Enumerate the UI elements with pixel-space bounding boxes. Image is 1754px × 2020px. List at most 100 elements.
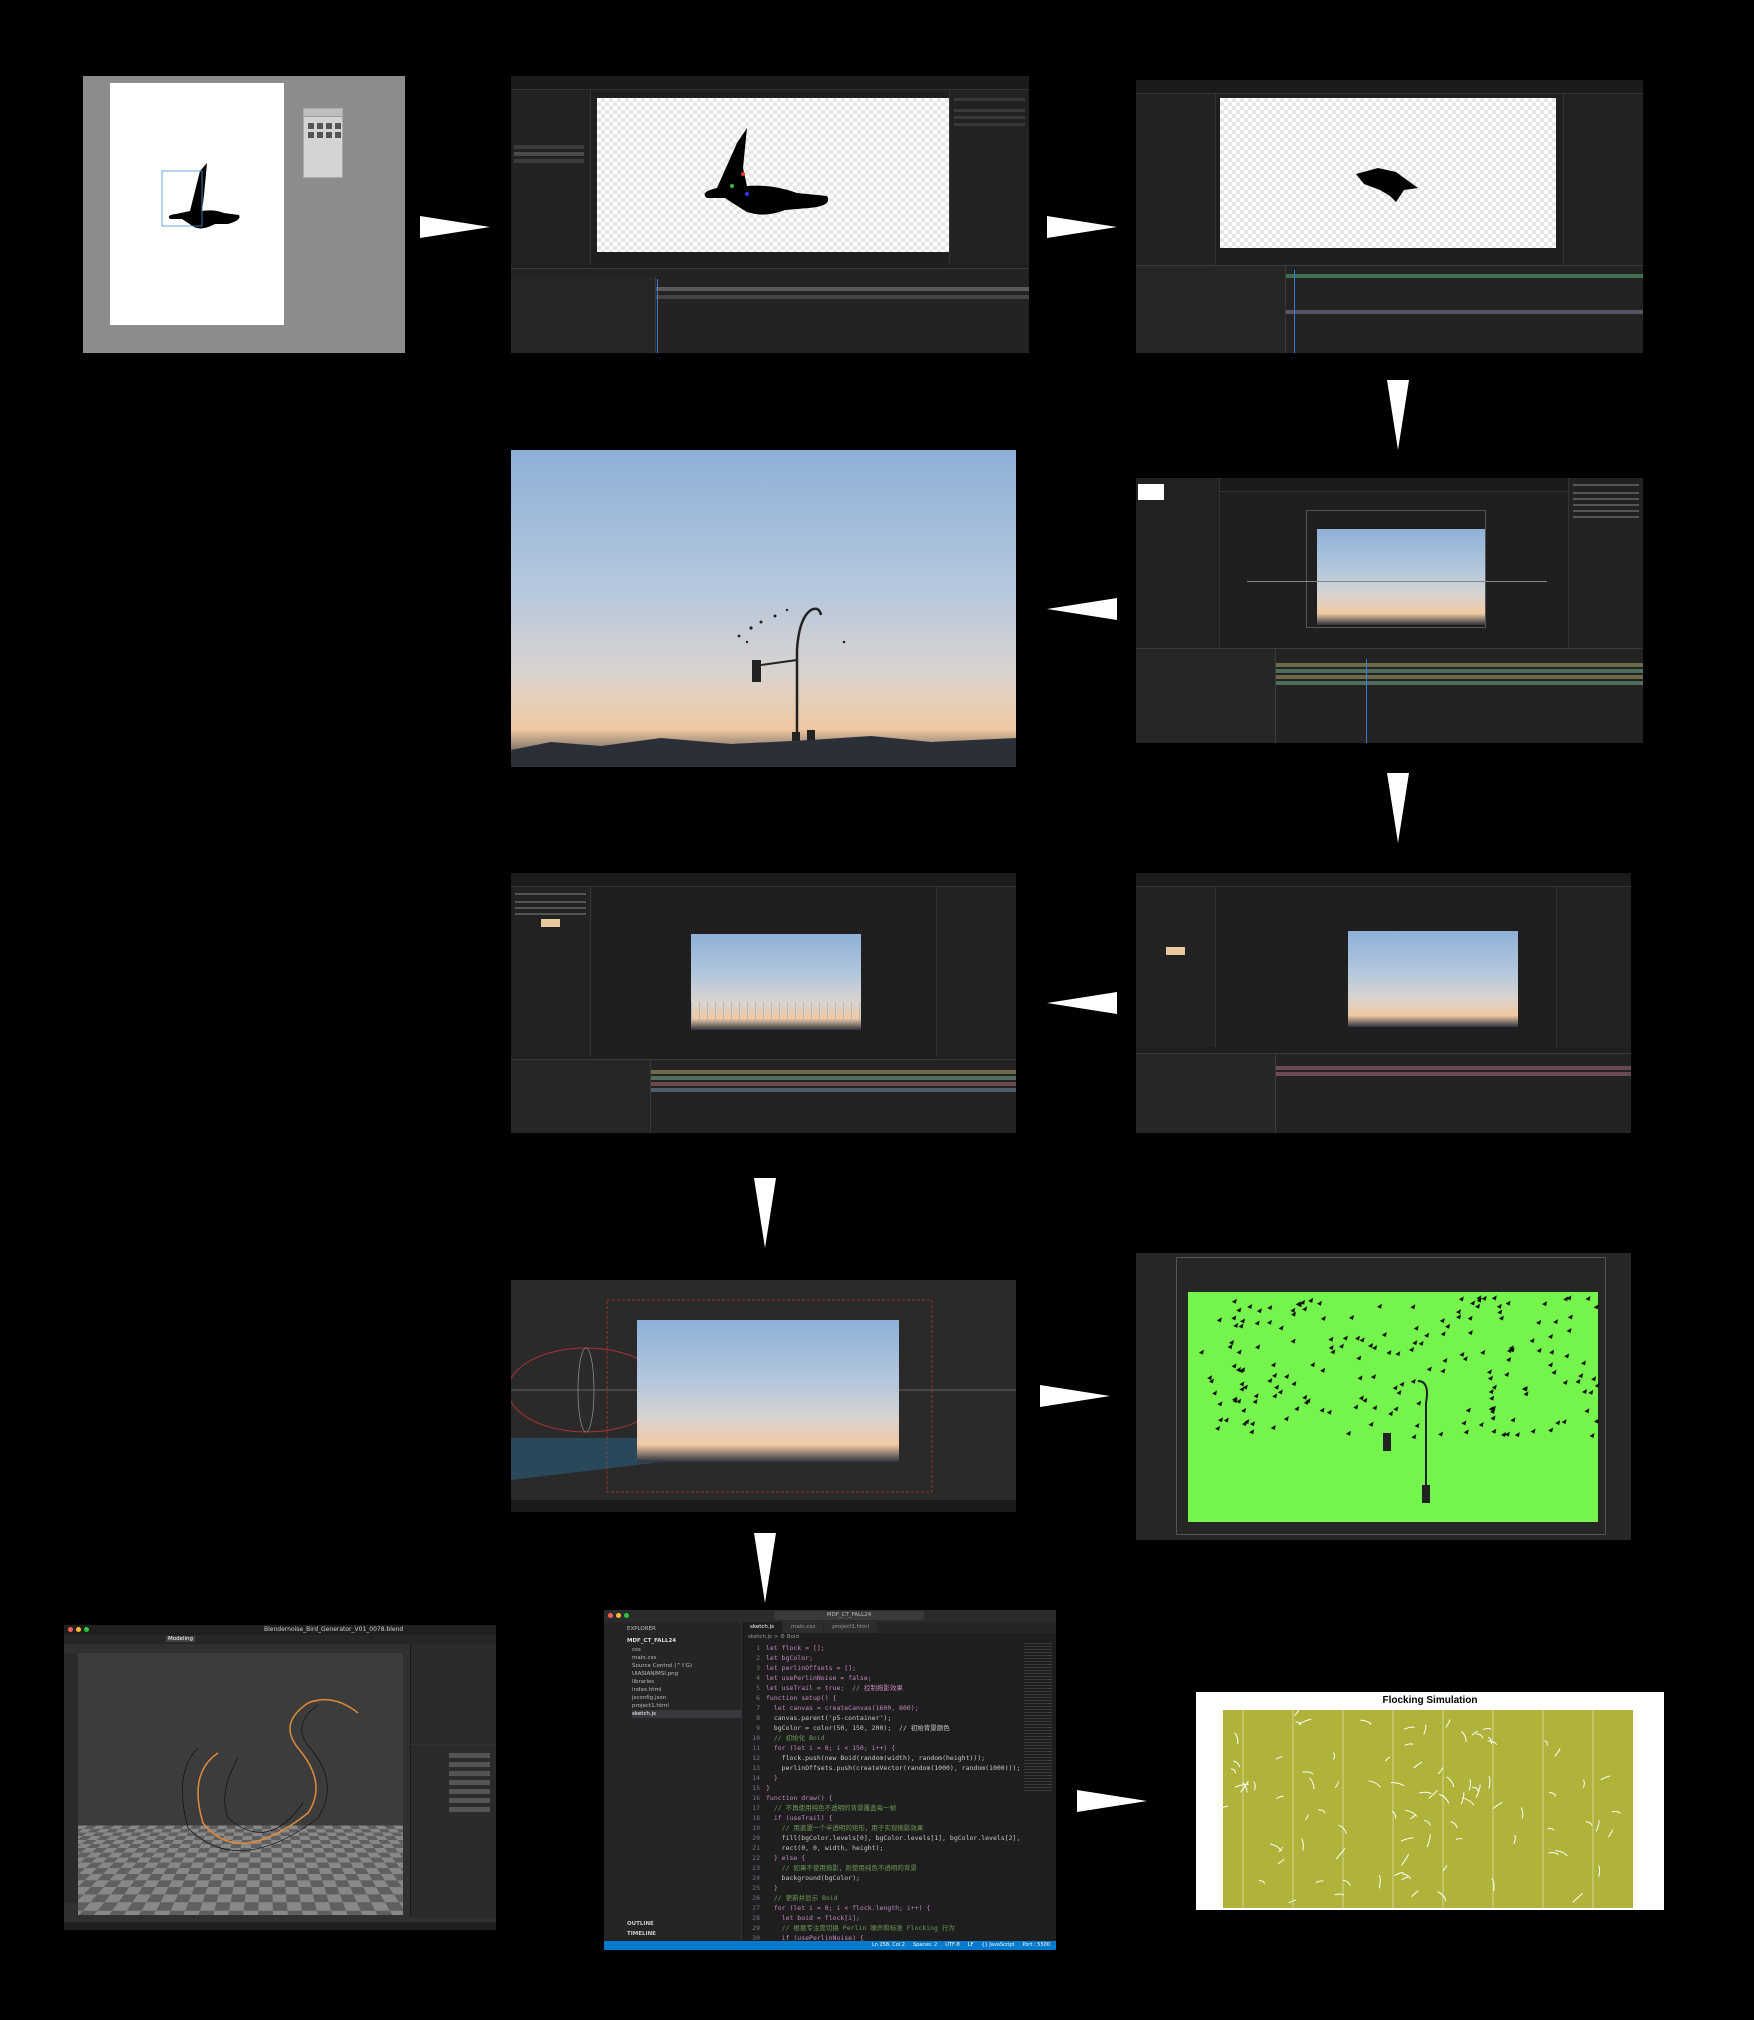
blender-menu-bar[interactable]: Modeling	[64, 1635, 496, 1644]
bird-particle	[1241, 1407, 1247, 1413]
ae-toolbar[interactable]	[511, 873, 1016, 887]
blender-properties[interactable]	[410, 1745, 496, 1917]
close-dot-icon[interactable]	[608, 1613, 613, 1618]
command-search-box[interactable]: MDF_CT_FALL24	[774, 1611, 924, 1620]
boid-trail	[1472, 1786, 1479, 1792]
ae-properties-panel[interactable]	[1563, 94, 1643, 269]
file-item[interactable]: index.html	[632, 1686, 741, 1694]
ae-timeline[interactable]	[1136, 1053, 1631, 1133]
ae-timeline[interactable]	[1136, 648, 1643, 743]
status-item[interactable]: Ln 258, Col 2	[872, 1941, 905, 1950]
ae-project-panel[interactable]	[511, 90, 591, 265]
bird-particle	[1463, 1429, 1469, 1435]
composition-canvas[interactable]	[691, 934, 861, 1030]
ae-timeline[interactable]	[511, 1059, 1016, 1133]
ae-effects-panel[interactable]	[1568, 478, 1643, 648]
bird-particle	[1480, 1349, 1486, 1355]
ae-properties-panel[interactable]	[936, 887, 1016, 1057]
composition-canvas[interactable]	[1247, 510, 1547, 628]
file-item[interactable]: Source Control (^⇧G)	[632, 1662, 741, 1670]
maximize-dot-icon[interactable]	[84, 1627, 89, 1632]
breadcrumb[interactable]: sketch.js > ⚙ Boid	[748, 1634, 799, 1640]
line-number: 13	[752, 1764, 760, 1772]
editor-tab[interactable]: main.css	[783, 1622, 825, 1633]
editor-tab[interactable]: sketch.js	[742, 1622, 784, 1633]
composition-canvas[interactable]	[597, 98, 949, 252]
bird-particle	[1504, 1371, 1510, 1377]
minimize-dot-icon[interactable]	[76, 1627, 81, 1632]
code-line: if (usePerlinNoise) {	[766, 1934, 864, 1941]
boid-trail	[1233, 1760, 1241, 1768]
file-item[interactable]: sketch.js	[632, 1710, 741, 1718]
activity-bar[interactable]	[604, 1622, 622, 1941]
ae-toolbar[interactable]	[511, 76, 1029, 90]
composition-canvas[interactable]	[1348, 931, 1518, 1027]
ae-project-panel[interactable]	[1136, 94, 1216, 269]
bird-particle	[1530, 1428, 1536, 1434]
bird-particle	[1506, 1357, 1512, 1363]
bird-shape-small	[1356, 168, 1418, 202]
code-editor[interactable]: 1 2 3 4 5 6 7 8 9 10 11 12 13 14 15 16 17 18 19 20 21 22 23 24 2…	[742, 1643, 1022, 1941]
line-number: 6	[756, 1694, 760, 1702]
boid-trail	[1492, 1801, 1503, 1810]
file-item[interactable]: css	[632, 1646, 741, 1654]
ae-project-panel[interactable]	[1136, 478, 1220, 648]
boid-trail	[1428, 1790, 1438, 1799]
boid-trail	[1482, 1727, 1492, 1730]
minimap[interactable]	[1024, 1643, 1052, 1793]
blender-toolbar[interactable]	[64, 1653, 78, 1903]
file-list[interactable]: css main.css Source Control (^⇧G) UIASIANIM…	[622, 1646, 741, 1718]
boid-trail	[1549, 1791, 1557, 1797]
line-number: 7	[756, 1704, 760, 1712]
viewport-3d[interactable]	[78, 1653, 403, 1915]
file-item[interactable]: libraries	[632, 1678, 741, 1686]
maximize-dot-icon[interactable]	[624, 1613, 629, 1618]
status-item[interactable]: Port : 5500	[1023, 1941, 1051, 1950]
minimize-dot-icon[interactable]	[616, 1613, 621, 1618]
file-item[interactable]: jsconfig.json	[632, 1694, 741, 1702]
timeline-section[interactable]: TIMELINE	[627, 1931, 656, 1937]
line-number: 10	[752, 1734, 760, 1742]
viewport[interactable]	[511, 1280, 1016, 1498]
status-item[interactable]: {} JavaScript	[981, 1941, 1014, 1950]
outline-section[interactable]: OUTLINE	[627, 1921, 654, 1927]
tools-palette[interactable]	[303, 108, 343, 178]
bird-particle	[1410, 1304, 1416, 1310]
ae-effect-controls[interactable]	[1136, 887, 1216, 1047]
file-item[interactable]: main.css	[632, 1654, 741, 1662]
bird-particle	[1481, 1295, 1487, 1301]
bird-particle	[1395, 1351, 1401, 1357]
code-line: } else {	[766, 1854, 806, 1862]
boid-trail	[1548, 1852, 1559, 1856]
ae-properties-panel[interactable]	[1556, 887, 1631, 1047]
bird-particle	[1358, 1395, 1364, 1401]
ae-toolbar[interactable]	[1136, 80, 1643, 94]
boid-trail	[1338, 1824, 1347, 1834]
file-item[interactable]: project1.html	[632, 1702, 741, 1710]
bird-particle	[1267, 1305, 1273, 1311]
ae-timeline[interactable]	[1136, 265, 1643, 353]
editor-tab[interactable]: project1.html	[824, 1622, 879, 1633]
status-item[interactable]: UTF-8	[945, 1941, 960, 1950]
viewer-footer[interactable]	[511, 1500, 1016, 1512]
blender-outliner[interactable]	[410, 1644, 496, 1744]
status-item[interactable]: Spaces: 2	[913, 1941, 937, 1950]
boid-trail	[1384, 1756, 1391, 1762]
ae-properties-panel[interactable]	[949, 90, 1029, 265]
bird-particle	[1490, 1415, 1496, 1421]
boid-trail	[1442, 1865, 1448, 1872]
composition-canvas[interactable]	[1220, 98, 1556, 248]
ae-toolbar[interactable]	[1136, 873, 1631, 887]
editor-tabs[interactable]: sketch.js main.css project1.html	[742, 1622, 1056, 1633]
status-item[interactable]: LF	[968, 1941, 974, 1950]
ae-effect-controls[interactable]	[511, 887, 591, 1057]
ae-timeline[interactable]	[511, 268, 1029, 353]
code-line: // 不再使用纯色不透明的背景覆盖每一帧	[766, 1804, 897, 1812]
file-item[interactable]: UIASIANIMSI.png	[632, 1670, 741, 1678]
explorer-sidebar[interactable]: EXPLORER MDF_CT_FALL24 css main.css Source…	[622, 1622, 742, 1941]
boid-trail	[1400, 1837, 1414, 1842]
bird-particle	[1426, 1366, 1432, 1372]
close-dot-icon[interactable]	[68, 1627, 73, 1632]
workspace-tab[interactable]: Modeling	[166, 1636, 196, 1642]
line-number: 9	[756, 1724, 760, 1732]
